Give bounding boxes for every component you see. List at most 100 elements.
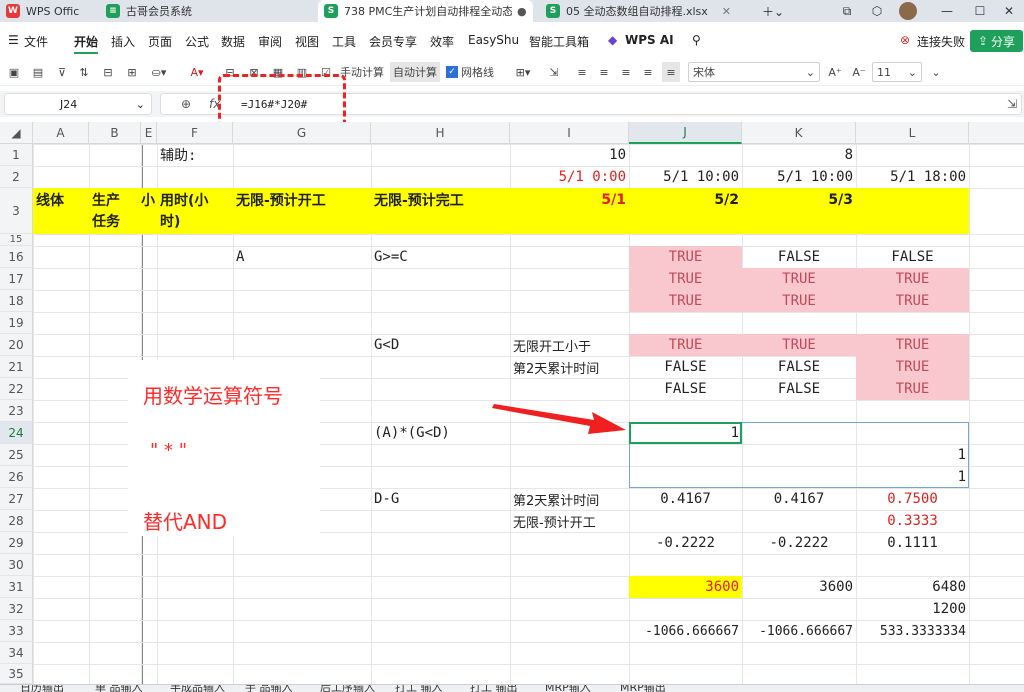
menu-view[interactable]: 视图: [295, 33, 319, 50]
menu-formula[interactable]: 公式: [185, 33, 209, 50]
column-header-a[interactable]: A: [33, 122, 89, 144]
row-header-15[interactable]: 15: [0, 234, 33, 246]
cell-l2[interactable]: 5/1 18:00: [856, 166, 969, 188]
menu-data[interactable]: 数据: [221, 33, 245, 50]
gridlines-toggle[interactable]: ✓ 网格线: [446, 62, 494, 82]
menu-smart-toolbox[interactable]: 智能工具箱: [529, 33, 589, 50]
cell-l31[interactable]: 6480: [856, 576, 969, 598]
connect-status[interactable]: 连接失败: [917, 33, 965, 50]
menu-file[interactable]: 文件: [24, 33, 48, 50]
cell-a3[interactable]: 线体: [33, 188, 89, 212]
row-header-23[interactable]: 23: [0, 400, 33, 422]
menu-efficiency[interactable]: 效率: [430, 33, 454, 50]
font-color-icon[interactable]: A▾: [186, 62, 208, 82]
auto-calc-button[interactable]: 自动计算: [390, 62, 440, 82]
row-header-1[interactable]: 1: [0, 144, 33, 166]
cell-j21[interactable]: FALSE: [629, 356, 742, 378]
row-header-3[interactable]: 3: [0, 188, 33, 234]
cell-i2[interactable]: 5/1 0:00: [510, 166, 629, 188]
zoom-icon[interactable]: ⊕: [181, 97, 191, 111]
freeze-icon[interactable]: ⊟: [100, 62, 116, 82]
column-header-e[interactable]: E: [141, 122, 157, 144]
cell-b3-line1[interactable]: 生产: [89, 188, 141, 212]
close-tab-icon[interactable]: ✕: [722, 5, 731, 18]
cell-l16[interactable]: FALSE: [856, 246, 969, 268]
sheet-tab[interactable]: 日历输出: [20, 685, 64, 692]
cell-j18[interactable]: TRUE: [629, 290, 742, 312]
row-header-32[interactable]: 32: [0, 598, 33, 620]
select-all-corner[interactable]: ◢: [0, 122, 33, 144]
cell-j29[interactable]: -0.2222: [629, 532, 742, 554]
tab-member-system[interactable]: ≡ 古哥会员系统: [100, 0, 305, 22]
cell-l29[interactable]: 0.1111: [856, 532, 969, 554]
tab-wps-office[interactable]: W WPS Offic: [0, 0, 90, 22]
row-header-24[interactable]: 24: [0, 422, 33, 444]
sheet-tab[interactable]: MRP输入: [545, 685, 591, 692]
font-name-select[interactable]: 宋体 ⌄: [688, 62, 820, 82]
column-header-j[interactable]: J: [629, 122, 742, 144]
menu-wps-ai[interactable]: WPS AI: [625, 33, 674, 47]
row-header-18[interactable]: 18: [0, 290, 33, 312]
font-shrink-icon[interactable]: A⁻: [850, 62, 868, 82]
cell-j31[interactable]: 3600: [629, 576, 742, 598]
cell-k1[interactable]: 8: [742, 144, 856, 166]
more-chevron-icon[interactable]: ⌄: [928, 62, 944, 82]
menu-member[interactable]: 会员专享: [369, 33, 417, 50]
filter-icon[interactable]: ⊽: [54, 62, 70, 82]
row-header-29[interactable]: 29: [0, 532, 33, 554]
sheet-tab[interactable]: 单 品输入: [95, 685, 143, 692]
maximize-icon[interactable]: ☐: [965, 0, 995, 22]
cell-i21[interactable]: 第2天累计时间: [510, 356, 629, 378]
sheet-tab[interactable]: 打工 输出: [470, 685, 518, 692]
manual-calc-button[interactable]: 手动计算: [340, 62, 384, 82]
cell-k21[interactable]: FALSE: [742, 356, 856, 378]
row-header-27[interactable]: 27: [0, 488, 33, 510]
cell-k31[interactable]: 3600: [742, 576, 856, 598]
row-header-33[interactable]: 33: [0, 620, 33, 642]
row-header-17[interactable]: 17: [0, 268, 33, 290]
cell-l20[interactable]: TRUE: [856, 334, 969, 356]
cell-j27[interactable]: 0.4167: [629, 488, 742, 510]
row-header-20[interactable]: 20: [0, 334, 33, 356]
sheet-tab[interactable]: 半成品输入: [170, 685, 225, 692]
border-icon[interactable]: ⊞: [124, 62, 140, 82]
row-header-16[interactable]: 16: [0, 246, 33, 268]
cell-j24[interactable]: 1: [629, 422, 742, 444]
cell-i27[interactable]: 第2天累计时间: [510, 488, 629, 510]
paste-icon[interactable]: ▤: [30, 62, 46, 82]
cell-k18[interactable]: TRUE: [742, 290, 856, 312]
spreadsheet-grid[interactable]: ◢ A B E F G H I J K L 1 2 3 15 16 17 18 …: [0, 122, 1024, 684]
cell-l22[interactable]: TRUE: [856, 378, 969, 400]
cell-j2[interactable]: 5/1 10:00: [629, 166, 742, 188]
cell-j17[interactable]: TRUE: [629, 268, 742, 290]
column-header-b[interactable]: B: [89, 122, 141, 144]
cell-k33[interactable]: -1066.666667: [742, 620, 856, 642]
cell-i1[interactable]: 10: [510, 144, 629, 166]
row-header-30[interactable]: 30: [0, 554, 33, 576]
column-header-l[interactable]: L: [856, 122, 969, 144]
menu-tools[interactable]: 工具: [332, 33, 356, 50]
cell-b3-line2[interactable]: 任务: [89, 210, 141, 232]
cell-l33[interactable]: 533.3333334: [856, 620, 969, 642]
cell-l18[interactable]: TRUE: [856, 290, 969, 312]
share-button[interactable]: ⇪ 分享: [970, 30, 1023, 52]
cell-j3[interactable]: 5/2: [629, 188, 742, 212]
row-header-19[interactable]: 19: [0, 312, 33, 334]
column-header-i[interactable]: I: [510, 122, 629, 144]
cell-e3[interactable]: 小: [141, 188, 157, 212]
cell-h16[interactable]: G>=C: [371, 246, 510, 268]
menu-home[interactable]: 开始: [74, 33, 99, 54]
cell-f3-line1[interactable]: 用时(小: [157, 188, 233, 212]
layout-icon[interactable]: ⊞▾: [510, 62, 536, 82]
cell-i20[interactable]: 无限开工小于: [510, 334, 629, 356]
restore-tabs-icon[interactable]: ⧉: [832, 0, 862, 22]
cell-h3[interactable]: 无限-预计完工: [371, 188, 510, 212]
cell-i3[interactable]: 5/1: [510, 188, 629, 212]
menu-icon[interactable]: ☰: [8, 33, 19, 47]
cell-l32[interactable]: 1200: [856, 598, 969, 620]
cell-j33[interactable]: -1066.666667: [629, 620, 742, 642]
menu-easyshu[interactable]: EasyShu: [468, 33, 519, 47]
align-right-icon[interactable]: ≡: [618, 62, 634, 82]
name-box[interactable]: J24 ⌄: [4, 93, 152, 115]
expand-icon[interactable]: ⇲: [1007, 97, 1017, 111]
